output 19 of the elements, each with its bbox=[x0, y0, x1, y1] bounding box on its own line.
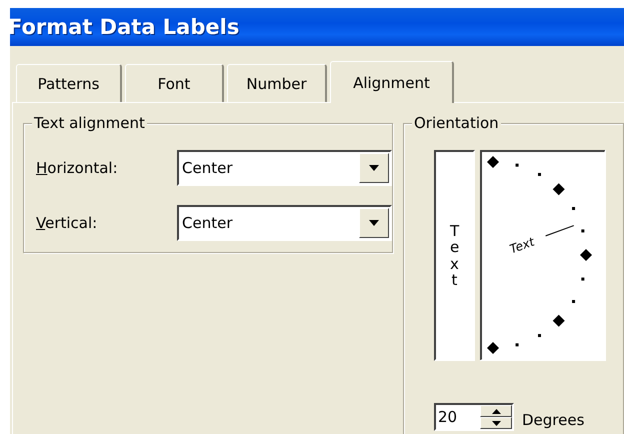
field-label: Vertical: bbox=[36, 214, 98, 232]
dial-diamond-icon bbox=[580, 249, 592, 261]
tab[interactable]: Font bbox=[125, 64, 224, 102]
degrees-label: Degrees bbox=[522, 411, 584, 429]
dial-diamond-icon bbox=[487, 342, 499, 354]
vertical-text-button[interactable]: Text bbox=[434, 150, 475, 361]
orientation-dial[interactable]: Text bbox=[480, 150, 606, 361]
window-title: Format Data Labels bbox=[10, 15, 240, 39]
tab[interactable]: Patterns bbox=[16, 64, 122, 102]
dropdown[interactable]: Center bbox=[177, 150, 392, 186]
dial-diamond-icon bbox=[552, 314, 565, 327]
degrees-spinner[interactable]: 20 bbox=[434, 403, 514, 431]
dropdown[interactable]: Center bbox=[177, 205, 392, 241]
field-label: Horizontal: bbox=[36, 159, 119, 177]
dial-diamond-icon bbox=[552, 183, 565, 196]
dial-text: Text bbox=[508, 234, 536, 256]
tab[interactable]: Alignment bbox=[330, 61, 454, 103]
dial-diamond-icon bbox=[487, 156, 499, 168]
tab[interactable]: Number bbox=[227, 64, 327, 102]
